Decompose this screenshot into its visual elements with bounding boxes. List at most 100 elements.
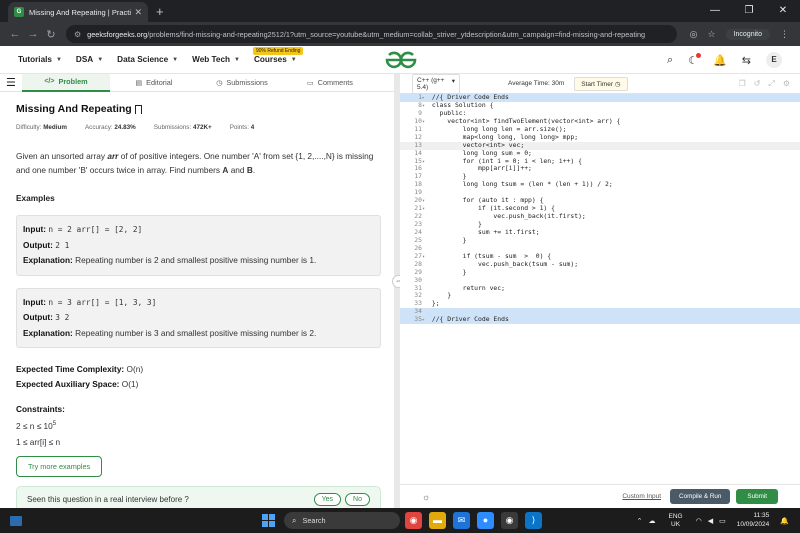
meta-label: Submissions:: [153, 124, 192, 131]
chrome-active-icon[interactable]: ◉: [501, 512, 518, 529]
bookmark-star-icon[interactable]: ☆: [708, 29, 716, 40]
clock-icon: ◷: [216, 79, 223, 87]
code-text: long long tsum = (len * (len + 1)) / 2;: [431, 180, 613, 189]
chrome-icon[interactable]: ◉: [405, 512, 422, 529]
zoom-icon[interactable]: ●: [477, 512, 494, 529]
code-line[interactable]: 25 }: [400, 235, 800, 245]
reload-icon[interactable]: ↻: [42, 28, 60, 41]
browser-tab-bar: G Missing And Repeating | Practi ✕ + — ❐…: [0, 0, 800, 22]
nav-web-tech[interactable]: Web Tech ▼: [192, 55, 240, 64]
close-tab-icon[interactable]: ✕: [134, 7, 142, 18]
example-box: Input: n = 2 arr[] = [2, 2] Output: 2 1 …: [16, 215, 381, 276]
new-tab-icon[interactable]: +: [156, 4, 164, 19]
nav-courses[interactable]: 90% Refund Ending Courses ▼: [252, 47, 304, 64]
custom-input-link[interactable]: Custom Input: [622, 493, 661, 500]
copy-icon[interactable]: ❐: [739, 79, 746, 89]
code-text: for (auto it : mpp) {: [431, 196, 544, 205]
browser-menu-icon[interactable]: ⋮: [780, 29, 789, 40]
code-line[interactable]: 31 return vec;: [400, 284, 800, 293]
editor-toolbar: C++ (g++ 5.4) ▾ Average Time: 30m Start T…: [400, 73, 800, 94]
bookmark-icon[interactable]: [134, 104, 142, 114]
tab-problem[interactable]: </> Problem: [22, 74, 110, 92]
meta-value: Medium: [43, 124, 67, 131]
complexity-label: Expected Auxiliary Space:: [16, 379, 120, 389]
notification-icon[interactable]: 🔔: [780, 517, 789, 525]
battery-icon[interactable]: ▭: [719, 517, 726, 525]
clock[interactable]: 11:35 10/09/2024: [737, 512, 770, 529]
site-info-icon[interactable]: ⚙: [74, 30, 81, 39]
code-line[interactable]: 18 long long tsum = (len * (len + 1)) / …: [400, 180, 800, 189]
mail-icon[interactable]: ✉: [453, 512, 470, 529]
code-text: }: [431, 220, 482, 228]
restore-icon[interactable]: ❐: [732, 0, 766, 22]
notification-bell-icon[interactable]: 🔔: [713, 54, 727, 67]
timer-icon: ◷: [614, 80, 621, 88]
chevron-up-icon[interactable]: ⌃: [637, 517, 643, 525]
fullscreen-icon[interactable]: ⤢: [768, 79, 774, 89]
example-explanation: Explanation: Repeating number is 2 and s…: [23, 253, 374, 269]
theme-toggle-icon[interactable]: ☾: [688, 52, 702, 67]
taskbar-search[interactable]: ⌕ Search: [284, 512, 400, 529]
reset-icon[interactable]: ↺: [754, 79, 761, 89]
fold-icon[interactable]: ▸: [422, 317, 428, 325]
back-icon[interactable]: ←: [6, 28, 24, 40]
incognito-badge[interactable]: Incognito: [725, 28, 770, 40]
try-more-examples-button[interactable]: Try more examples: [16, 455, 103, 477]
tab-editorial[interactable]: ▤ Editorial: [110, 74, 198, 92]
lightbulb-icon[interactable]: ☼: [422, 492, 430, 502]
example-input: Input: n = 2 arr[] = [2, 2]: [23, 222, 374, 238]
code-text: }: [431, 235, 467, 244]
example-value: Repeating number is 3 and smallest posit…: [75, 327, 317, 338]
example-label: Explanation:: [23, 327, 73, 338]
tab-submissions[interactable]: ◷ Submissions: [198, 74, 286, 92]
lang-region: UK: [671, 520, 681, 528]
search-icon[interactable]: ⌕: [667, 54, 673, 67]
points: Points: 4: [230, 124, 255, 131]
settings-icon[interactable]: ⚙: [783, 79, 790, 89]
code-editor[interactable]: 1▸ //{ Driver Code Ends 8▾ class Solution…: [400, 93, 800, 325]
system-tray: ⌃ ☁ ENG UK ◠ ◀ ▭ 11:35 10/09/2024 🔔: [634, 508, 792, 533]
avatar[interactable]: E: [766, 52, 782, 68]
start-timer-button[interactable]: Start Timer ◷: [574, 76, 628, 91]
submit-button[interactable]: Submit: [736, 489, 778, 504]
no-button[interactable]: No: [345, 492, 370, 506]
nav-tutorials[interactable]: Tutorials ▼: [18, 55, 62, 64]
translate-icon[interactable]: ⇆: [742, 54, 751, 67]
nav-data-science[interactable]: Data Science ▼: [117, 55, 178, 64]
compile-run-button[interactable]: Compile & Run: [670, 489, 731, 504]
input-language[interactable]: ENG UK: [669, 513, 683, 529]
vscode-icon[interactable]: ⟩: [525, 512, 542, 529]
eye-off-icon[interactable]: ◎: [690, 29, 698, 40]
close-window-icon[interactable]: ✕: [766, 0, 800, 22]
example-explanation: Explanation: Repeating number is 3 and s…: [23, 326, 374, 342]
submissions-count: Submissions: 472K+: [154, 124, 212, 131]
tab-comments[interactable]: ▭ Comments: [286, 74, 374, 92]
cloud-icon[interactable]: ☁: [649, 517, 656, 525]
problem-meta: Difficulty: Medium Accuracy: 24.83% Subm…: [16, 124, 378, 131]
volume-icon[interactable]: ◀: [708, 517, 713, 525]
forward-icon[interactable]: →: [24, 28, 42, 40]
constraint-text: 2 ≤ n ≤ 10: [16, 420, 53, 431]
widgets-icon[interactable]: [10, 515, 22, 526]
file-explorer-icon[interactable]: ▬: [429, 512, 446, 529]
language-select[interactable]: C++ (g++ 5.4) ▾: [412, 73, 460, 94]
yes-button[interactable]: Yes: [313, 492, 342, 506]
code-line[interactable]: 32 }: [400, 291, 800, 300]
minimize-icon[interactable]: —: [698, 0, 732, 22]
wifi-icon[interactable]: ◠: [696, 517, 702, 525]
examples-heading: Examples: [16, 193, 55, 203]
gfg-logo-icon[interactable]: [384, 50, 418, 70]
example-label: Explanation:: [23, 255, 73, 265]
code-line[interactable]: 35▸ //{ Driver Code Ends: [400, 315, 800, 325]
url-input[interactable]: ⚙ geeksforgeeks.org/problems/find-missin…: [66, 25, 677, 43]
example-value: n = 2 arr[] = [2, 2]: [48, 225, 143, 234]
browser-actions: ◎ ☆ Incognito ⋮: [685, 28, 794, 40]
code-line[interactable]: 29 }: [400, 268, 800, 277]
tab-label: Comments: [317, 78, 353, 87]
browser-tab[interactable]: G Missing And Repeating | Practi ✕: [8, 2, 148, 22]
menu-icon[interactable]: ☰: [6, 76, 22, 89]
complexity-value: O(n): [126, 364, 144, 374]
windows-start-icon[interactable]: [262, 514, 275, 527]
nav-dsa[interactable]: DSA ▼: [76, 55, 103, 64]
code-line[interactable]: 33 };: [400, 299, 800, 308]
